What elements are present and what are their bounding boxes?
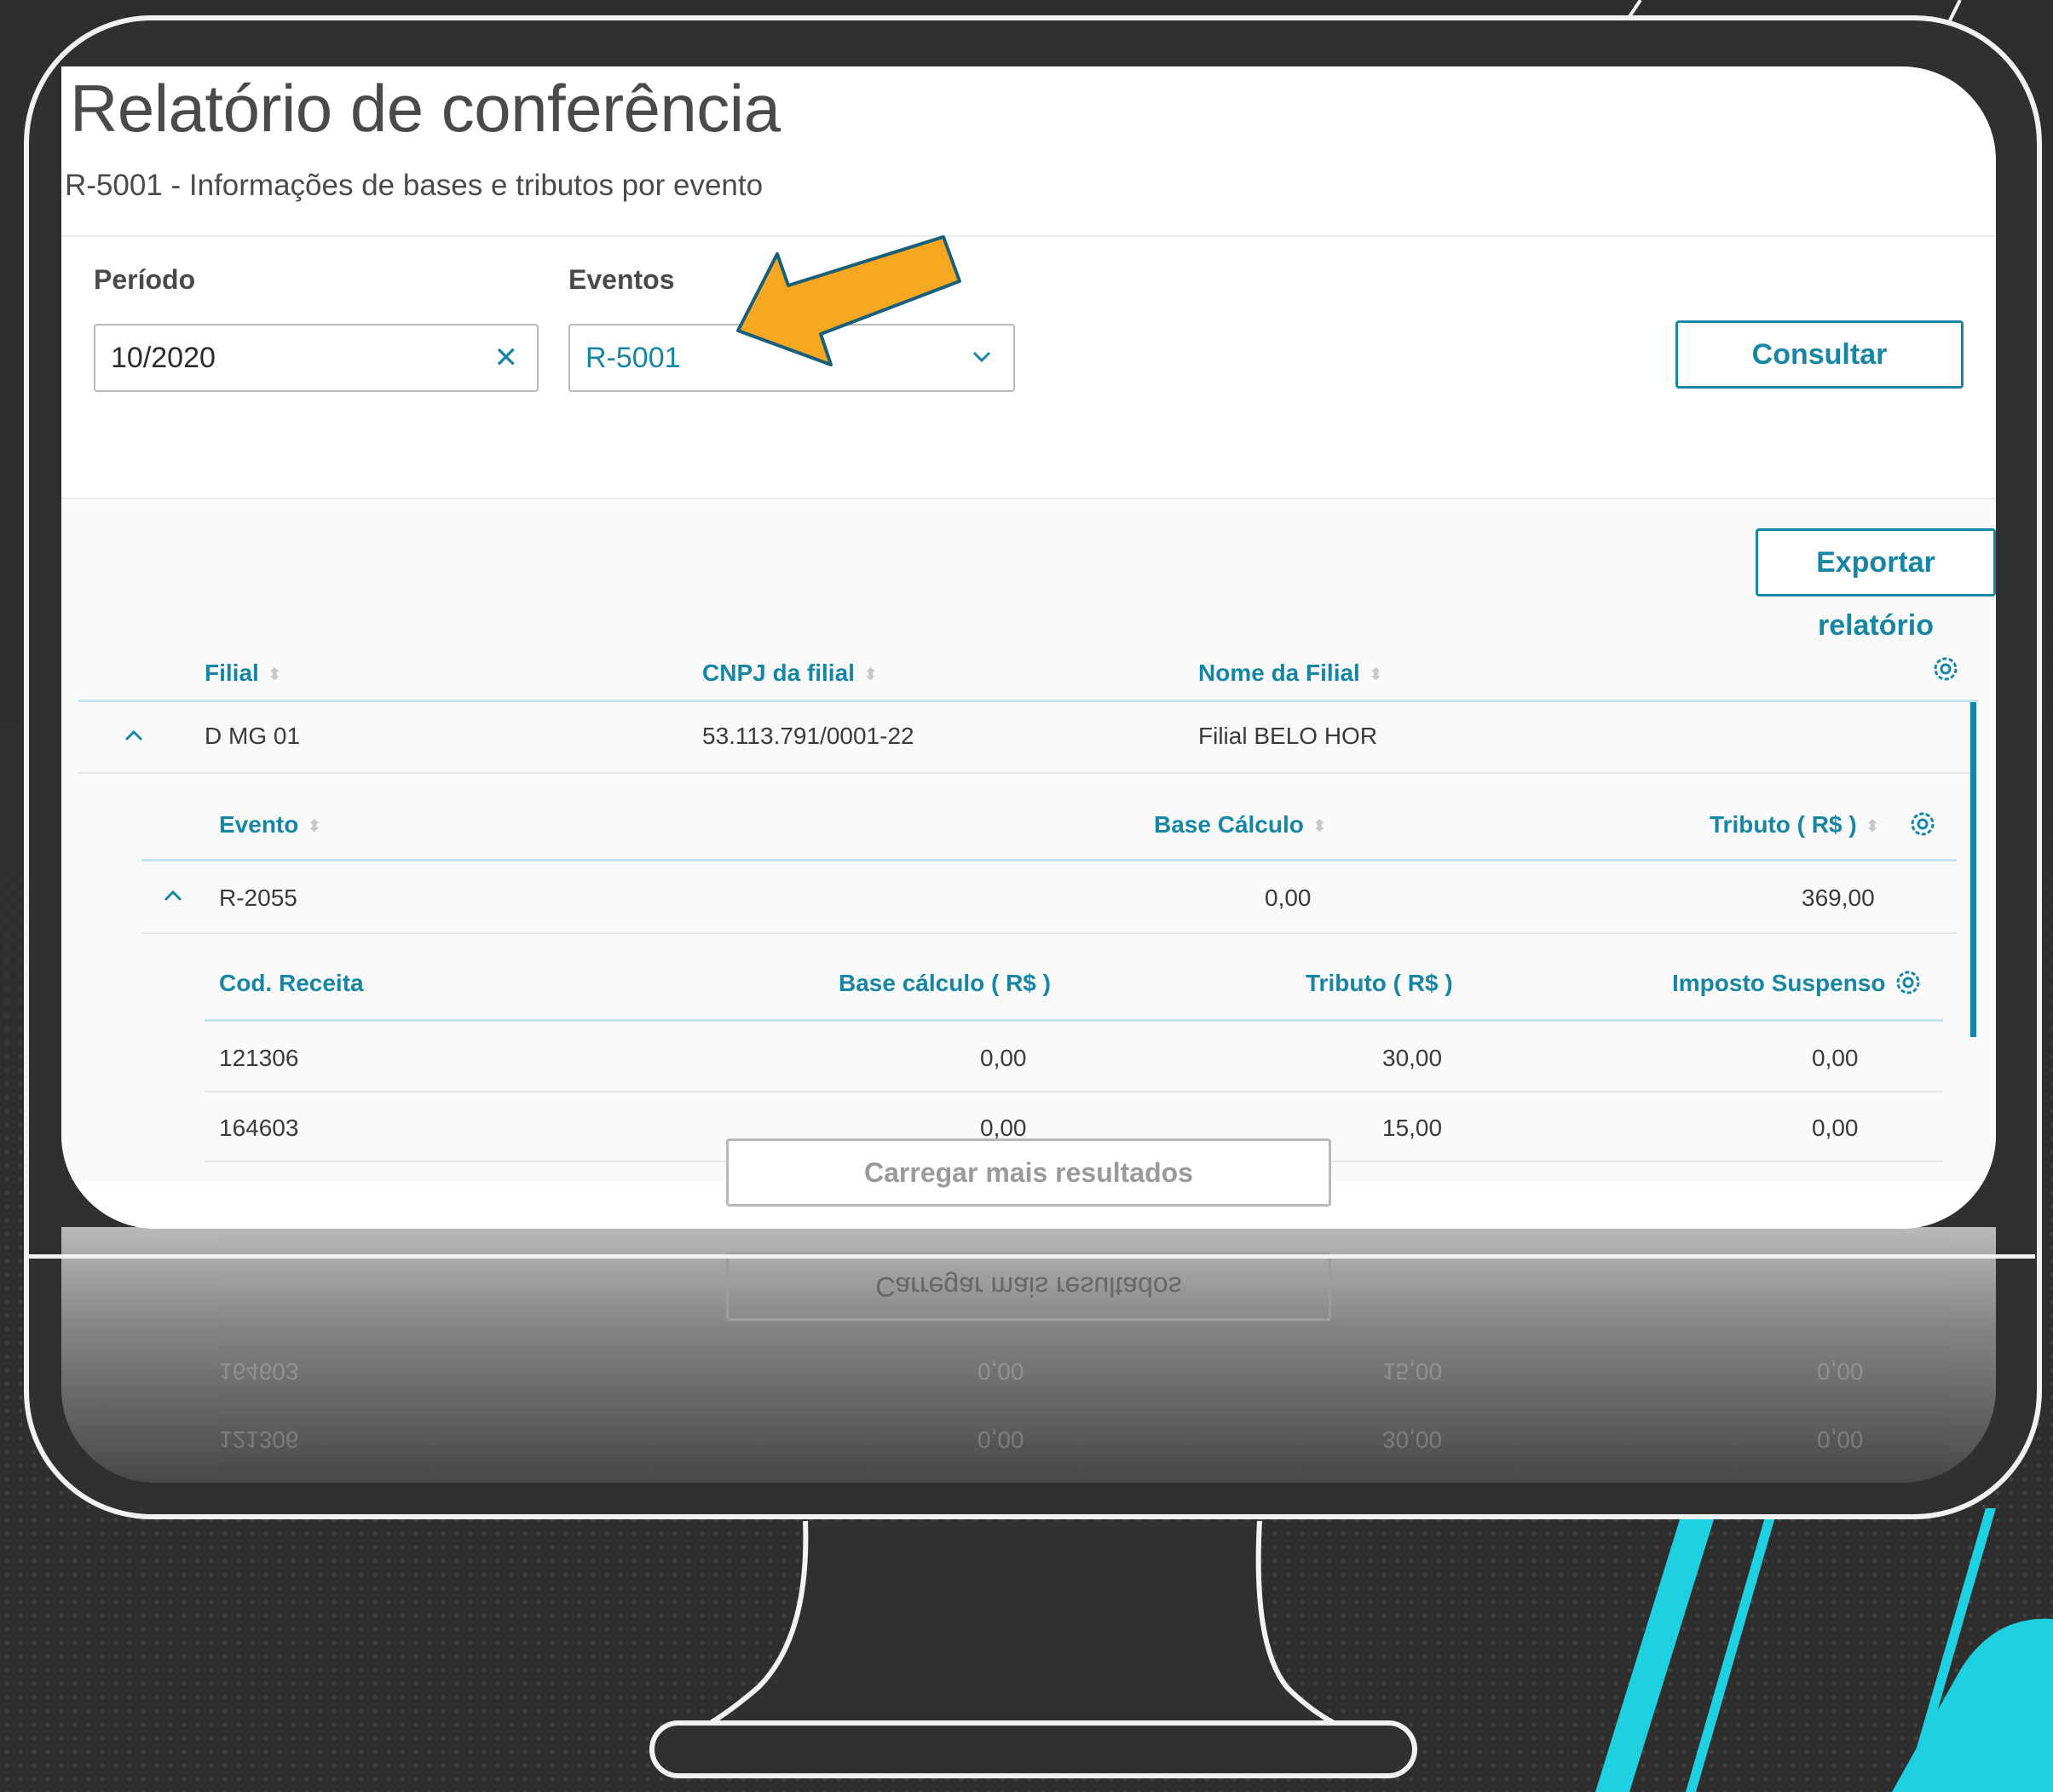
arrow-pointer-icon [736, 235, 961, 366]
arrow-shape [736, 235, 961, 366]
